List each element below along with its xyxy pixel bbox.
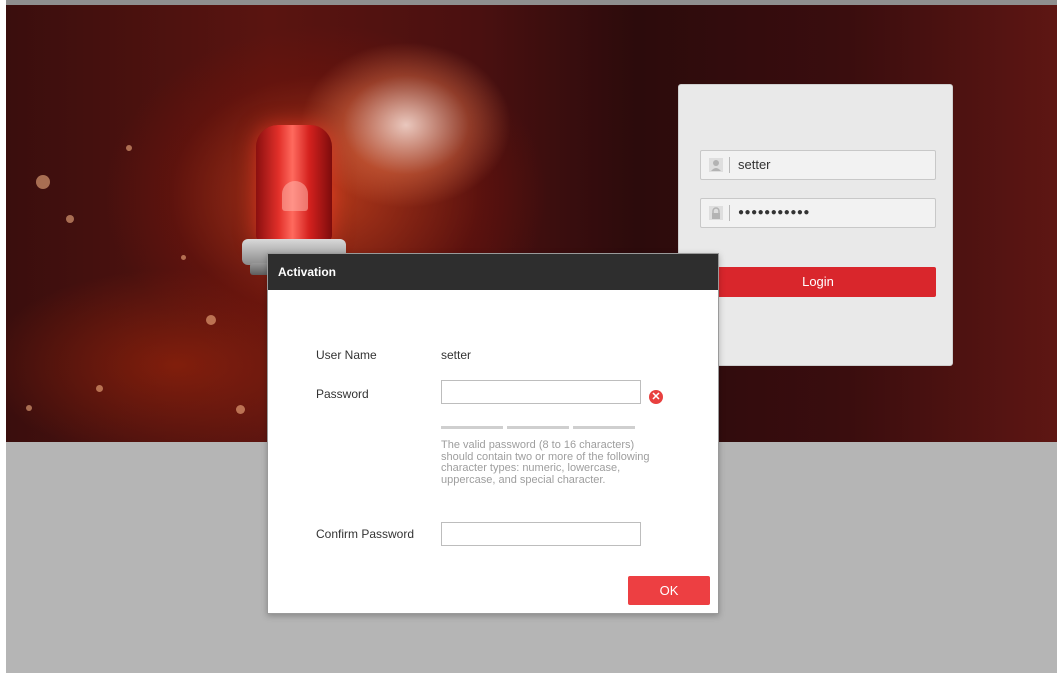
password-input[interactable] bbox=[441, 380, 641, 404]
dialog-header: Activation bbox=[268, 254, 718, 290]
login-username-value: setter bbox=[738, 157, 771, 172]
bokeh-light bbox=[36, 175, 50, 189]
page-background: setter ●●●●●●●●●●● Login Activation User… bbox=[6, 0, 1057, 673]
password-strength-bar-weak bbox=[441, 426, 503, 429]
bokeh-light bbox=[96, 385, 103, 392]
password-label: Password bbox=[316, 387, 369, 401]
password-strength-bar-medium bbox=[507, 426, 569, 429]
bokeh-light bbox=[26, 405, 32, 411]
login-password-value: ●●●●●●●●●●● bbox=[738, 207, 810, 218]
bokeh-light bbox=[236, 405, 245, 414]
beacon-bulb bbox=[282, 181, 308, 211]
login-panel: setter ●●●●●●●●●●● Login bbox=[678, 84, 953, 366]
error-icon: ✕ bbox=[649, 390, 663, 404]
activation-dialog: Activation User Name setter Password ✕ T… bbox=[267, 253, 719, 614]
bokeh-light bbox=[181, 255, 186, 260]
confirm-password-label: Confirm Password bbox=[316, 527, 415, 541]
user-icon bbox=[709, 158, 723, 172]
password-hint: The valid password (8 to 16 characters) … bbox=[441, 439, 650, 486]
bokeh-light bbox=[206, 315, 216, 325]
login-username-field[interactable]: setter bbox=[700, 150, 936, 180]
lock-icon bbox=[709, 206, 723, 220]
login-password-field[interactable]: ●●●●●●●●●●● bbox=[700, 198, 936, 228]
field-separator bbox=[729, 205, 730, 221]
bokeh-light bbox=[66, 215, 74, 223]
password-strength-bar-strong bbox=[573, 426, 635, 429]
ok-button[interactable]: OK bbox=[628, 576, 710, 605]
login-button[interactable]: Login bbox=[700, 267, 936, 297]
confirm-password-input[interactable] bbox=[441, 522, 641, 546]
dialog-title: Activation bbox=[278, 265, 337, 279]
field-separator bbox=[729, 157, 730, 173]
username-value: setter bbox=[441, 348, 472, 362]
bokeh-light bbox=[126, 145, 132, 151]
username-label: User Name bbox=[316, 348, 377, 362]
